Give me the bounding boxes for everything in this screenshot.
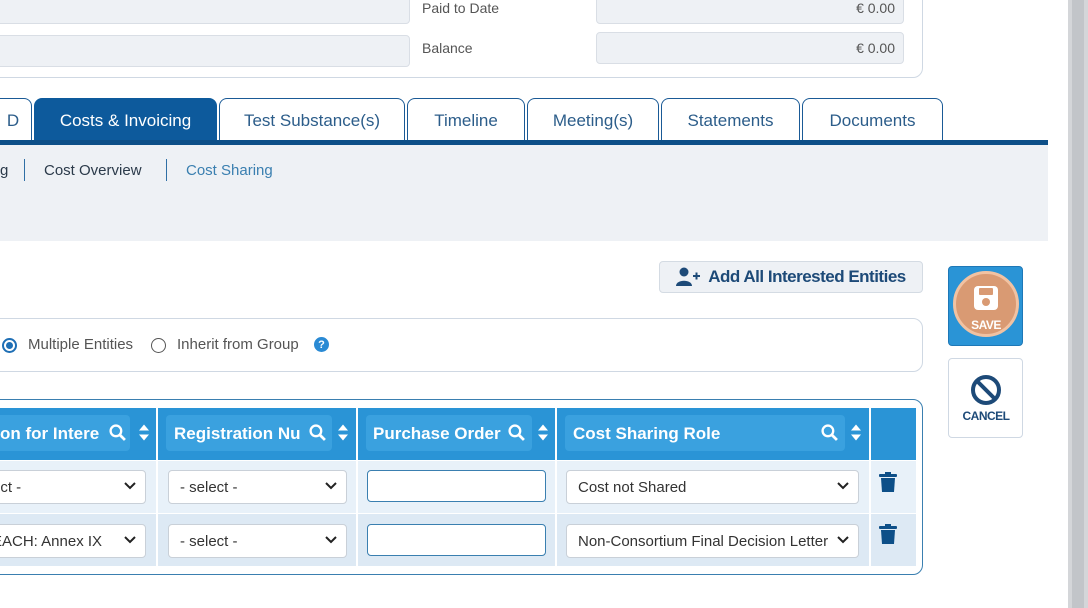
floppy-disk-icon — [974, 286, 998, 310]
select-value: - select - — [180, 478, 238, 496]
tab-test-substances[interactable]: Test Substance(s) — [219, 98, 405, 142]
chevron-down-icon — [325, 536, 337, 544]
user-plus-icon — [676, 267, 701, 286]
purchase-order-input[interactable] — [367, 524, 546, 556]
summary-field-bottom — [0, 35, 410, 67]
balance-value: € 0.00 — [596, 32, 904, 64]
search-icon[interactable] — [109, 424, 126, 441]
row-divider — [0, 513, 916, 514]
sort-icon[interactable] — [338, 424, 348, 441]
tab-meetings[interactable]: Meeting(s) — [527, 98, 659, 142]
trash-icon[interactable] — [879, 472, 897, 492]
sharing-mode-card — [0, 318, 923, 372]
radio-inherit-from-group-label: Inherit from Group — [177, 336, 299, 353]
help-icon[interactable]: ? — [314, 337, 329, 352]
chevron-down-icon — [124, 536, 136, 544]
registration-select[interactable]: - select - — [168, 524, 347, 558]
tab-label: Costs & Invoicing — [59, 110, 192, 130]
select-value: ect - — [0, 478, 22, 496]
subnav-item-cost-sharing[interactable]: Cost Sharing — [186, 162, 273, 179]
column-header-label: Cost Sharing Role — [573, 424, 721, 443]
chevron-down-icon — [124, 482, 136, 490]
scrollbar-thumb[interactable] — [1072, 0, 1084, 608]
search-icon[interactable] — [309, 424, 326, 441]
radio-multiple-entities-label: Multiple Entities — [28, 336, 134, 353]
column-header-label: on for Intere — [0, 424, 100, 443]
reason-select[interactable]: EACH: Annex IX — [0, 524, 146, 558]
tab-statements[interactable]: Statements — [661, 98, 800, 142]
chevron-down-icon — [837, 536, 849, 544]
subnav-item-partial[interactable]: g — [0, 162, 8, 179]
balance-label: Balance — [422, 40, 473, 56]
tab-partial[interactable]: D — [0, 98, 32, 142]
tab-costs-invoicing[interactable]: Costs & Invoicing — [34, 98, 217, 142]
select-value: Cost not Shared — [578, 478, 687, 496]
reason-select[interactable]: ect - — [0, 470, 146, 504]
trash-icon[interactable] — [879, 524, 897, 544]
sort-icon[interactable] — [538, 424, 548, 441]
subnav-item-cost-overview[interactable]: Cost Overview — [44, 162, 142, 179]
sort-icon[interactable] — [139, 424, 149, 441]
summary-field-top — [0, 0, 410, 24]
registration-select[interactable]: - select - — [168, 470, 347, 504]
radio-inherit-from-group[interactable] — [151, 338, 166, 353]
chevron-down-icon — [325, 482, 337, 490]
chevron-down-icon — [837, 482, 849, 490]
cost-sharing-role-select[interactable]: Non-Consortium Final Decision Letter — [566, 524, 859, 558]
subnav-divider — [166, 159, 167, 181]
vertical-scrollbar[interactable] — [1068, 0, 1088, 608]
tab-timeline[interactable]: Timeline — [407, 98, 525, 142]
tab-documents[interactable]: Documents — [802, 98, 943, 142]
cancel-icon — [971, 375, 1001, 405]
paid-to-date-value: € 0.00 — [596, 0, 904, 24]
radio-multiple-entities[interactable] — [2, 338, 17, 353]
subnav-divider — [24, 159, 25, 181]
subnav-panel — [0, 145, 1048, 241]
paid-to-date-label: Paid to Date — [422, 0, 500, 16]
tab-label: Statements — [687, 110, 774, 130]
page: Paid to Date € 0.00 Balance € 0.00 D Cos… — [0, 0, 1088, 608]
select-value: EACH: Annex IX — [0, 532, 103, 550]
column-header-label: Purchase Order — [373, 424, 501, 443]
add-all-label: Add All Interested Entities — [708, 267, 906, 286]
search-icon[interactable] — [508, 424, 525, 441]
cost-sharing-role-select[interactable]: Cost not Shared — [566, 470, 859, 504]
tab-label: D — [6, 110, 20, 130]
tab-label: Documents — [829, 110, 916, 130]
purchase-order-input[interactable] — [367, 470, 546, 502]
save-label: SAVE — [971, 318, 1001, 332]
tab-label: Meeting(s) — [552, 110, 634, 130]
column-header-label: Registration Nu — [174, 424, 301, 443]
tab-label: Timeline — [434, 110, 498, 130]
tab-label: Test Substance(s) — [243, 110, 381, 130]
select-value: Non-Consortium Final Decision Letter — [578, 532, 828, 550]
add-all-interested-entities-button[interactable]: Add All Interested Entities — [659, 261, 923, 293]
sort-icon[interactable] — [851, 424, 861, 441]
cancel-label: CANCEL — [962, 409, 1011, 423]
select-value: - select - — [180, 532, 238, 550]
search-icon[interactable] — [821, 424, 838, 441]
